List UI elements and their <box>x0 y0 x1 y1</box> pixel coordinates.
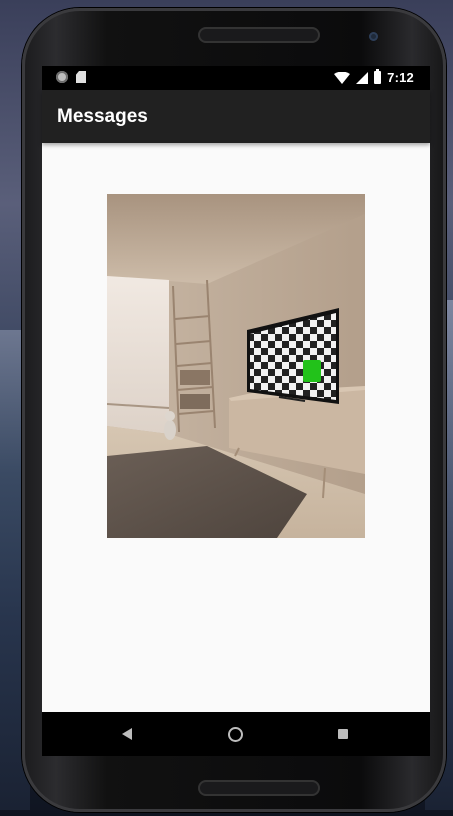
green-marker <box>303 360 321 382</box>
cell-signal-icon <box>356 71 369 84</box>
message-content <box>42 143 430 712</box>
sd-card-icon <box>76 71 86 83</box>
wifi-icon <box>334 71 351 84</box>
notification-circle-icon <box>56 71 68 83</box>
top-speaker <box>198 27 320 43</box>
bottom-speaker <box>198 780 320 796</box>
battery-charging-icon <box>374 69 382 84</box>
navigation-bar <box>42 712 430 756</box>
status-bar: 7:12 <box>42 66 430 90</box>
recents-icon[interactable] <box>338 729 348 739</box>
back-icon[interactable] <box>122 728 132 740</box>
room-photo[interactable] <box>107 194 365 538</box>
front-camera <box>369 32 378 41</box>
home-icon[interactable] <box>228 727 243 742</box>
app-bar: Messages <box>42 90 430 143</box>
device-screen: 7:12 Messages <box>42 66 430 756</box>
page-title: Messages <box>57 106 148 127</box>
status-time: 7:12 <box>387 70 414 85</box>
